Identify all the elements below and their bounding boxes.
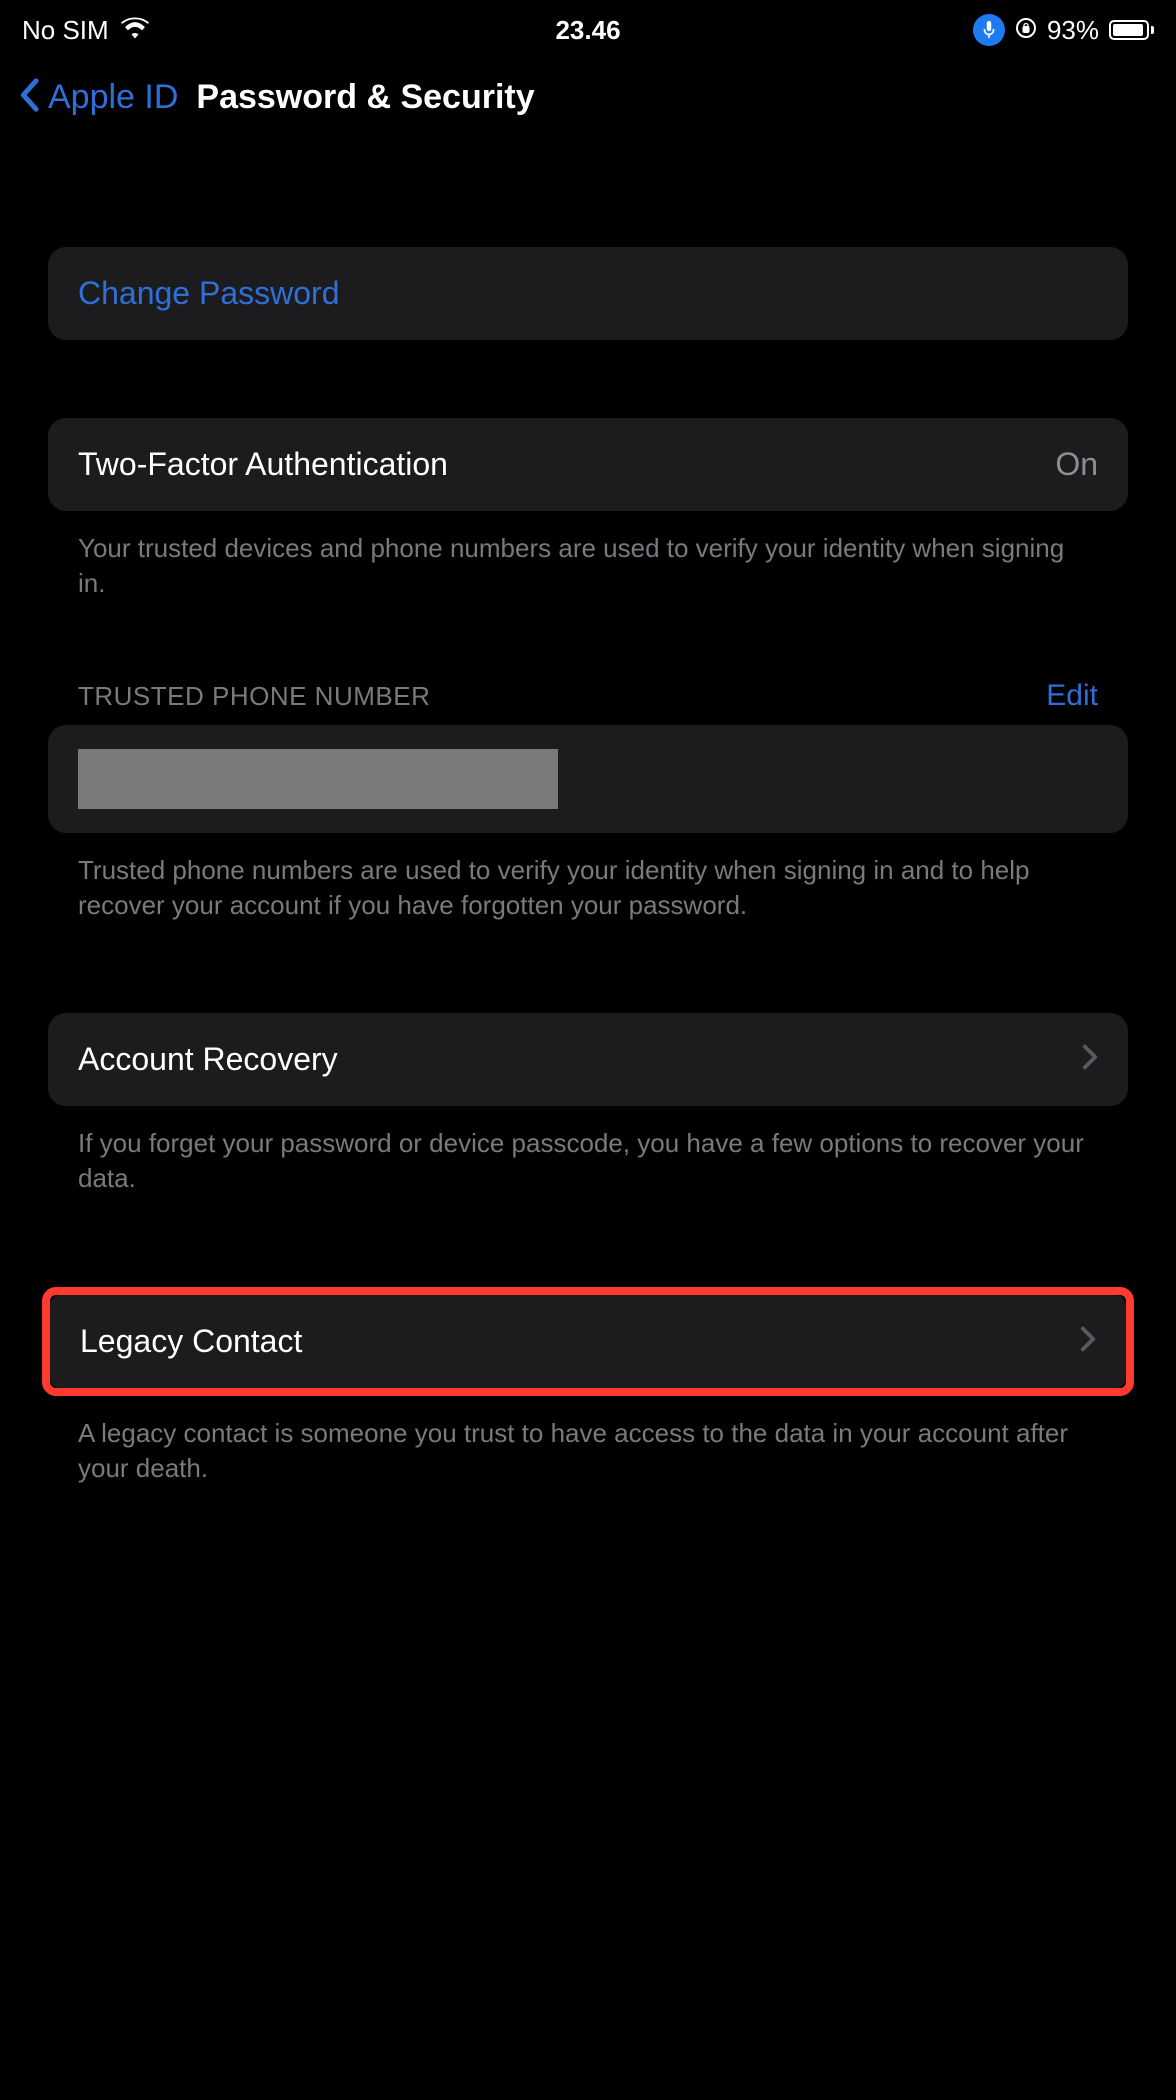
- status-left: No SIM: [22, 15, 149, 46]
- legacy-contact-label: Legacy Contact: [80, 1323, 302, 1360]
- two-factor-value: On: [1055, 446, 1098, 483]
- wifi-icon: [121, 15, 149, 46]
- two-factor-row[interactable]: Two-Factor Authentication On: [48, 418, 1128, 511]
- status-time: 23.46: [555, 15, 620, 46]
- change-password-label: Change Password: [78, 275, 339, 312]
- rotation-lock-icon: [1015, 15, 1037, 46]
- trusted-phone-redacted: [78, 749, 558, 809]
- chevron-right-icon: [1082, 1041, 1098, 1078]
- account-recovery-label: Account Recovery: [78, 1041, 338, 1078]
- trusted-phone-row[interactable]: [48, 725, 1128, 833]
- trusted-phone-group: [48, 725, 1128, 833]
- back-chevron-icon[interactable]: [18, 78, 40, 117]
- battery-percent: 93%: [1047, 15, 1099, 46]
- trusted-phone-header-label: TRUSTED PHONE NUMBER: [78, 681, 430, 712]
- change-password-group: Change Password: [48, 247, 1128, 340]
- two-factor-group: Two-Factor Authentication On: [48, 418, 1128, 511]
- page-title: Password & Security: [196, 78, 534, 117]
- trusted-phone-header: TRUSTED PHONE NUMBER Edit: [48, 679, 1128, 725]
- chevron-right-icon: [1080, 1323, 1096, 1360]
- two-factor-footer: Your trusted devices and phone numbers a…: [48, 511, 1128, 601]
- legacy-contact-button[interactable]: Legacy Contact: [50, 1295, 1126, 1388]
- microphone-icon: [973, 14, 1005, 46]
- account-recovery-group: Account Recovery: [48, 1013, 1128, 1106]
- carrier-label: No SIM: [22, 15, 109, 46]
- two-factor-label: Two-Factor Authentication: [78, 446, 448, 483]
- account-recovery-footer: If you forget your password or device pa…: [48, 1106, 1128, 1196]
- legacy-contact-group: Legacy Contact: [50, 1295, 1126, 1388]
- legacy-contact-footer: A legacy contact is someone you trust to…: [48, 1396, 1128, 1486]
- battery-icon: [1109, 20, 1154, 40]
- status-right: 93%: [973, 14, 1154, 46]
- change-password-button[interactable]: Change Password: [48, 247, 1128, 340]
- nav-header: Apple ID Password & Security: [0, 54, 1176, 157]
- account-recovery-button[interactable]: Account Recovery: [48, 1013, 1128, 1106]
- trusted-phone-footer: Trusted phone numbers are used to verify…: [48, 833, 1128, 923]
- back-button-label[interactable]: Apple ID: [48, 78, 178, 117]
- legacy-contact-highlight: Legacy Contact: [42, 1287, 1134, 1396]
- trusted-phone-edit-button[interactable]: Edit: [1046, 679, 1098, 713]
- status-bar: No SIM 23.46 93%: [0, 0, 1176, 54]
